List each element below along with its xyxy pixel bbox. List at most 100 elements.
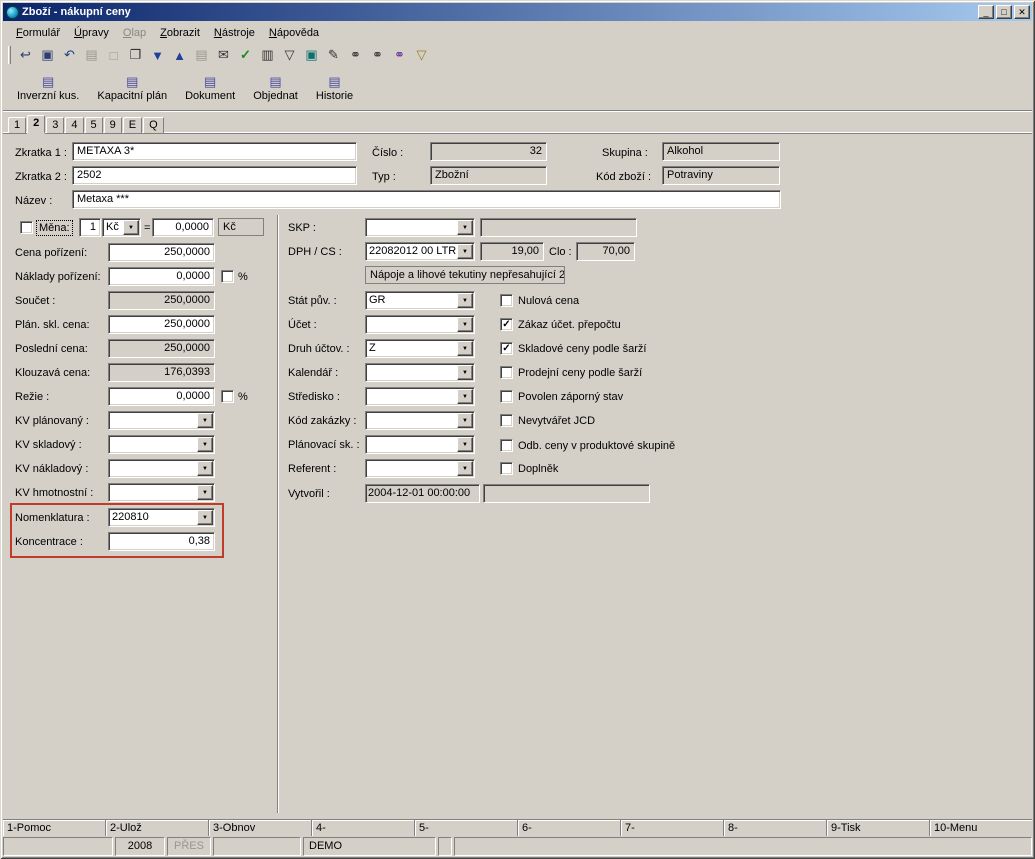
move-up-icon[interactable]: ▲ bbox=[169, 45, 190, 65]
chevron-down-icon[interactable]: ▼ bbox=[197, 485, 213, 500]
chevron-down-icon[interactable]: ▼ bbox=[197, 461, 213, 476]
save-icon[interactable]: ▣ bbox=[37, 45, 58, 65]
toolbar-grip[interactable] bbox=[8, 46, 11, 64]
close-button[interactable]: ✕ bbox=[1014, 5, 1030, 19]
ucet-combo[interactable]: ▼ bbox=[365, 315, 475, 334]
checkbox-povolen-zaporny-stav[interactable] bbox=[500, 390, 513, 403]
checkbox-doplnek[interactable] bbox=[500, 462, 513, 475]
checkbox-skladove-ceny-podle-sarzi[interactable]: ✓ bbox=[500, 342, 513, 355]
maximize-button[interactable]: □ bbox=[996, 5, 1012, 19]
fkey-8[interactable]: 8- bbox=[724, 820, 827, 836]
nazev-input[interactable]: Metaxa *** bbox=[72, 190, 781, 209]
stat-puv-combo[interactable]: GR ▼ bbox=[365, 291, 475, 310]
nomenklatura-combo[interactable]: 220810 ▼ bbox=[108, 508, 215, 527]
skp-combo[interactable]: ▼ bbox=[365, 218, 475, 237]
chevron-down-icon[interactable]: ▼ bbox=[457, 437, 473, 452]
find-next-icon[interactable]: ⚭ bbox=[367, 45, 388, 65]
dokument-button[interactable]: ▤ Dokument bbox=[177, 70, 243, 106]
dph-cs-combo[interactable]: 22082012 00 LTR ▼ bbox=[365, 242, 475, 261]
tab-3[interactable]: 3 bbox=[46, 117, 64, 133]
tab-1[interactable]: 1 bbox=[8, 117, 26, 133]
tab-2[interactable]: 2 bbox=[27, 115, 45, 134]
undo-icon[interactable]: ↶ bbox=[59, 45, 80, 65]
fkey-10-menu[interactable]: 10-Menu bbox=[930, 820, 1032, 836]
chevron-down-icon[interactable]: ▼ bbox=[123, 220, 139, 235]
inverzni-kus-button[interactable]: ▤ Inverzní kus. bbox=[9, 70, 87, 106]
minimize-button[interactable]: _ bbox=[978, 5, 994, 19]
save-variant-icon[interactable]: ▣ bbox=[301, 45, 322, 65]
chevron-down-icon[interactable]: ▼ bbox=[457, 365, 473, 380]
druh-uctov-combo[interactable]: Z ▼ bbox=[365, 339, 475, 358]
chevron-down-icon[interactable]: ▼ bbox=[457, 220, 473, 235]
find-tagged-icon[interactable]: ⚭ bbox=[389, 45, 410, 65]
menu-formular[interactable]: Formulář bbox=[9, 25, 67, 41]
historie-button[interactable]: ▤ Historie bbox=[308, 70, 361, 106]
zkratka2-input[interactable]: 2502 bbox=[72, 166, 357, 185]
tab-q[interactable]: Q bbox=[143, 117, 164, 133]
tab-9[interactable]: 9 bbox=[104, 117, 122, 133]
kapacitni-plan-button[interactable]: ▤ Kapacitní plán bbox=[89, 70, 175, 106]
kv-nakladovy-combo[interactable]: ▼ bbox=[108, 459, 215, 478]
naklady-percent-checkbox[interactable] bbox=[221, 270, 234, 283]
checkbox-nulova-cena[interactable] bbox=[500, 294, 513, 307]
copy-icon[interactable]: ❐ bbox=[125, 45, 146, 65]
mena-qty-input[interactable]: 1 bbox=[79, 218, 101, 237]
chevron-down-icon[interactable]: ▼ bbox=[457, 244, 473, 259]
apply-changes-icon[interactable]: ✓ bbox=[235, 45, 256, 65]
checkbox-nevytvaret-jcd[interactable] bbox=[500, 414, 513, 427]
preview-icon[interactable]: ▥ bbox=[257, 45, 278, 65]
mail-icon[interactable]: ✉ bbox=[213, 45, 234, 65]
checkbox-prodejni-ceny-podle-sarzi[interactable] bbox=[500, 366, 513, 379]
koncentrace-input[interactable]: 0,38 bbox=[108, 532, 215, 551]
checkbox-zakaz-ucet-prepoctu[interactable]: ✓ bbox=[500, 318, 513, 331]
rezie-input[interactable]: 0,0000 bbox=[108, 387, 215, 406]
fkey-1-pomoc[interactable]: 1-Pomoc bbox=[3, 820, 106, 836]
rezie-percent-checkbox[interactable] bbox=[221, 390, 234, 403]
fkey-2-uloz[interactable]: 2-Ulož bbox=[106, 820, 209, 836]
plan-skl-cena-input[interactable]: 250,0000 bbox=[108, 315, 215, 334]
kv-hmotnostni-combo[interactable]: ▼ bbox=[108, 483, 215, 502]
fkey-6[interactable]: 6- bbox=[518, 820, 621, 836]
fkey-5[interactable]: 5- bbox=[415, 820, 518, 836]
chevron-down-icon[interactable]: ▼ bbox=[457, 413, 473, 428]
chevron-down-icon[interactable]: ▼ bbox=[197, 413, 213, 428]
chevron-down-icon[interactable]: ▼ bbox=[197, 510, 213, 525]
exit-form-icon[interactable]: ↩ bbox=[15, 45, 36, 65]
chevron-down-icon[interactable]: ▼ bbox=[457, 293, 473, 308]
chevron-down-icon[interactable]: ▼ bbox=[197, 437, 213, 452]
menu-nastroje[interactable]: Nástroje bbox=[207, 25, 262, 41]
objednat-button[interactable]: ▤ Objednat bbox=[245, 70, 306, 106]
tab-4[interactable]: 4 bbox=[65, 117, 83, 133]
kod-zakazky-combo[interactable]: ▼ bbox=[365, 411, 475, 430]
mena-checkbox[interactable] bbox=[20, 221, 33, 234]
move-down-icon[interactable]: ▼ bbox=[147, 45, 168, 65]
chevron-down-icon[interactable]: ▼ bbox=[457, 341, 473, 356]
tab-5[interactable]: 5 bbox=[85, 117, 103, 133]
kv-planovany-combo[interactable]: ▼ bbox=[108, 411, 215, 430]
zkratka1-input[interactable]: METAXA 3* bbox=[72, 142, 357, 161]
fkey-9-tisk[interactable]: 9-Tisk bbox=[827, 820, 930, 836]
fkey-7[interactable]: 7- bbox=[621, 820, 724, 836]
mena-currency-combo[interactable]: Kč ▼ bbox=[102, 218, 141, 237]
tab-e[interactable]: E bbox=[123, 117, 142, 133]
chevron-down-icon[interactable]: ▼ bbox=[457, 389, 473, 404]
referent-combo[interactable]: ▼ bbox=[365, 459, 475, 478]
fkey-4[interactable]: 4- bbox=[312, 820, 415, 836]
chevron-down-icon[interactable]: ▼ bbox=[457, 317, 473, 332]
menu-zobrazit[interactable]: Zobrazit bbox=[153, 25, 207, 41]
fkey-3-obnov[interactable]: 3-Obnov bbox=[209, 820, 312, 836]
filter-icon[interactable]: ▽ bbox=[279, 45, 300, 65]
kv-skladovy-combo[interactable]: ▼ bbox=[108, 435, 215, 454]
filter-values-icon[interactable]: ▽ bbox=[411, 45, 432, 65]
mena-rate-input[interactable]: 0,0000 bbox=[152, 218, 214, 237]
stredisko-combo[interactable]: ▼ bbox=[365, 387, 475, 406]
menu-napoveda[interactable]: Nápověda bbox=[262, 25, 326, 41]
edit-icon[interactable]: ✎ bbox=[323, 45, 344, 65]
menu-upravy[interactable]: Úpravy bbox=[67, 25, 116, 41]
naklady-porizeni-input[interactable]: 0,0000 bbox=[108, 267, 215, 286]
chevron-down-icon[interactable]: ▼ bbox=[457, 461, 473, 476]
find-icon[interactable]: ⚭ bbox=[345, 45, 366, 65]
checkbox-odb-ceny-v-produktove-skupine[interactable] bbox=[500, 439, 513, 452]
planovaci-sk-combo[interactable]: ▼ bbox=[365, 435, 475, 454]
kalendar-combo[interactable]: ▼ bbox=[365, 363, 475, 382]
